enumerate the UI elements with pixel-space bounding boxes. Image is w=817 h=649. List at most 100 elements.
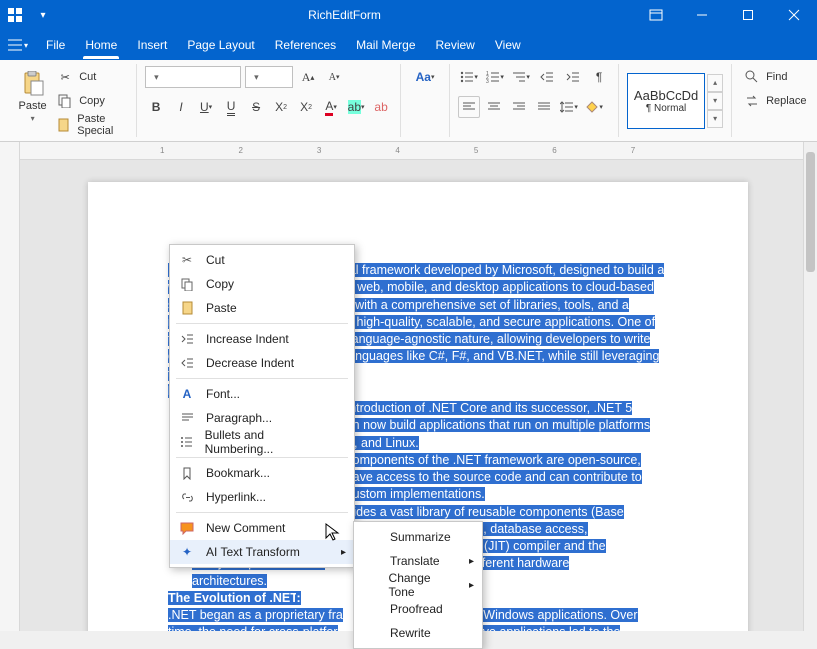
- ai-summarize[interactable]: Summarize: [354, 525, 482, 549]
- shrink-font-button[interactable]: A▾: [323, 66, 345, 88]
- paste-special-icon: [57, 117, 71, 133]
- font-icon: A: [178, 385, 196, 403]
- tab-view[interactable]: View: [485, 31, 531, 59]
- pilcrow-button[interactable]: ¶: [588, 66, 610, 88]
- replace-icon: [744, 93, 760, 109]
- ribbon-display-button[interactable]: [633, 0, 679, 30]
- italic-button[interactable]: I: [170, 96, 192, 118]
- minimize-button[interactable]: [679, 0, 725, 30]
- ai-submenu: Summarize Translate▸ Change Tone▸ Proofr…: [353, 521, 483, 649]
- app-icon: [0, 8, 30, 22]
- tab-file[interactable]: File: [36, 31, 75, 59]
- tab-references[interactable]: References: [265, 31, 346, 59]
- ctx-bullets[interactable]: Bullets and Numbering...: [170, 430, 354, 454]
- search-icon: [744, 69, 760, 85]
- chevron-right-icon: ▸: [469, 556, 474, 567]
- increase-indent-button[interactable]: [562, 66, 584, 88]
- group-paragraph: ▾ 123▾ ▾ ¶ ▾ ▾: [450, 64, 619, 137]
- group-styles: AaBbCcDd ¶ Normal ▴ ▾ ▾: [619, 64, 732, 137]
- ai-translate[interactable]: Translate▸: [354, 549, 482, 573]
- hamburger-icon[interactable]: ▾: [6, 33, 30, 57]
- underline-button[interactable]: U▾: [195, 96, 217, 118]
- increase-indent-icon: [178, 330, 196, 348]
- ctx-paste[interactable]: Paste: [170, 296, 354, 320]
- qat-dropdown[interactable]: ▾: [30, 10, 56, 21]
- style-scroll: ▴ ▾ ▾: [707, 74, 723, 128]
- ctx-hyperlink[interactable]: Hyperlink...: [170, 485, 354, 509]
- clear-format-button[interactable]: ab: [370, 96, 392, 118]
- vertical-scrollbar[interactable]: [803, 142, 817, 631]
- cut-button[interactable]: ✂Cut: [53, 66, 128, 88]
- window-title: RichEditForm: [56, 8, 633, 22]
- title-bar: ▾ RichEditForm: [0, 0, 817, 30]
- scissors-icon: ✂: [57, 69, 73, 85]
- maximize-button[interactable]: [725, 0, 771, 30]
- bullets-button[interactable]: ▾: [458, 66, 480, 88]
- superscript-button[interactable]: X2: [270, 96, 292, 118]
- chevron-right-icon: ▸: [341, 547, 346, 558]
- replace-button[interactable]: Replace: [740, 90, 810, 112]
- ai-rewrite[interactable]: Rewrite: [354, 621, 482, 645]
- group-clipboard: Paste ▾ ✂Cut Copy Paste Special: [8, 64, 137, 137]
- subscript-button[interactable]: X2: [295, 96, 317, 118]
- change-case-button[interactable]: Aa▾: [409, 66, 441, 88]
- ribbon: Paste ▾ ✂Cut Copy Paste Special ▾ ▾ A▴ A…: [0, 60, 817, 142]
- tab-review[interactable]: Review: [426, 31, 485, 59]
- group-font: ▾ ▾ A▴ A▾ B I U▾ U S X2 X2 A▾ ab▾ ab: [137, 64, 401, 137]
- strikethrough-button[interactable]: S: [245, 96, 267, 118]
- multilevel-button[interactable]: ▾: [510, 66, 532, 88]
- ctx-paragraph[interactable]: Paragraph...: [170, 406, 354, 430]
- scrollbar-thumb[interactable]: [806, 152, 815, 272]
- find-button[interactable]: Find: [740, 66, 810, 88]
- bookmark-icon: [178, 464, 196, 482]
- ctx-cut[interactable]: ✂Cut: [170, 248, 354, 272]
- paste-special-button[interactable]: Paste Special: [53, 114, 128, 136]
- align-center-button[interactable]: [483, 96, 505, 118]
- double-underline-button[interactable]: U: [220, 96, 242, 118]
- ctx-font[interactable]: AFont...: [170, 382, 354, 406]
- style-down-button[interactable]: ▾: [707, 92, 723, 110]
- decrease-indent-button[interactable]: [536, 66, 558, 88]
- ctx-copy[interactable]: Copy: [170, 272, 354, 296]
- grow-font-button[interactable]: A▴: [297, 66, 319, 88]
- style-up-button[interactable]: ▴: [707, 74, 723, 92]
- align-left-button[interactable]: [458, 96, 480, 118]
- ai-change-tone[interactable]: Change Tone▸: [354, 573, 482, 597]
- shading-button[interactable]: ▾: [583, 96, 605, 118]
- bold-button[interactable]: B: [145, 96, 167, 118]
- font-size-combo[interactable]: ▾: [245, 66, 293, 88]
- chevron-right-icon: ▸: [469, 580, 474, 591]
- paragraph-icon: [178, 409, 196, 427]
- copy-icon: [57, 93, 73, 109]
- ctx-decrease-indent[interactable]: Decrease Indent: [170, 351, 354, 375]
- sparkle-icon: ✦: [178, 543, 196, 561]
- paste-button[interactable]: Paste ▾: [16, 66, 49, 127]
- svg-text:3: 3: [486, 79, 489, 84]
- copy-button[interactable]: Copy: [53, 90, 128, 112]
- context-menu: ✂Cut Copy Paste Increase Indent Decrease…: [169, 244, 355, 568]
- ctx-bookmark[interactable]: Bookmark...: [170, 461, 354, 485]
- ctx-increase-indent[interactable]: Increase Indent: [170, 327, 354, 351]
- line-spacing-button[interactable]: ▾: [558, 96, 580, 118]
- group-editing: Find Replace: [732, 64, 817, 137]
- tab-insert[interactable]: Insert: [127, 31, 177, 59]
- justify-button[interactable]: [533, 96, 555, 118]
- ctx-new-comment[interactable]: New Comment: [170, 516, 354, 540]
- font-name-combo[interactable]: ▾: [145, 66, 241, 88]
- ai-proofread[interactable]: Proofread: [354, 597, 482, 621]
- highlight-button[interactable]: ab▾: [345, 96, 367, 118]
- ctx-ai-transform[interactable]: ✦AI Text Transform▸: [170, 540, 354, 564]
- style-more-button[interactable]: ▾: [707, 110, 723, 128]
- tab-page-layout[interactable]: Page Layout: [177, 31, 264, 59]
- paste-label: Paste: [19, 100, 47, 112]
- tab-home[interactable]: Home: [75, 31, 127, 59]
- decrease-indent-icon: [178, 354, 196, 372]
- ribbon-tabs: ▾ File Home Insert Page Layout Reference…: [0, 30, 817, 60]
- tab-mail-merge[interactable]: Mail Merge: [346, 31, 425, 59]
- font-color-button[interactable]: A▾: [320, 96, 342, 118]
- close-button[interactable]: [771, 0, 817, 30]
- style-normal[interactable]: AaBbCcDd ¶ Normal: [627, 73, 705, 129]
- align-right-button[interactable]: [508, 96, 530, 118]
- numbering-button[interactable]: 123▾: [484, 66, 506, 88]
- group-case: Aa▾: [401, 64, 450, 137]
